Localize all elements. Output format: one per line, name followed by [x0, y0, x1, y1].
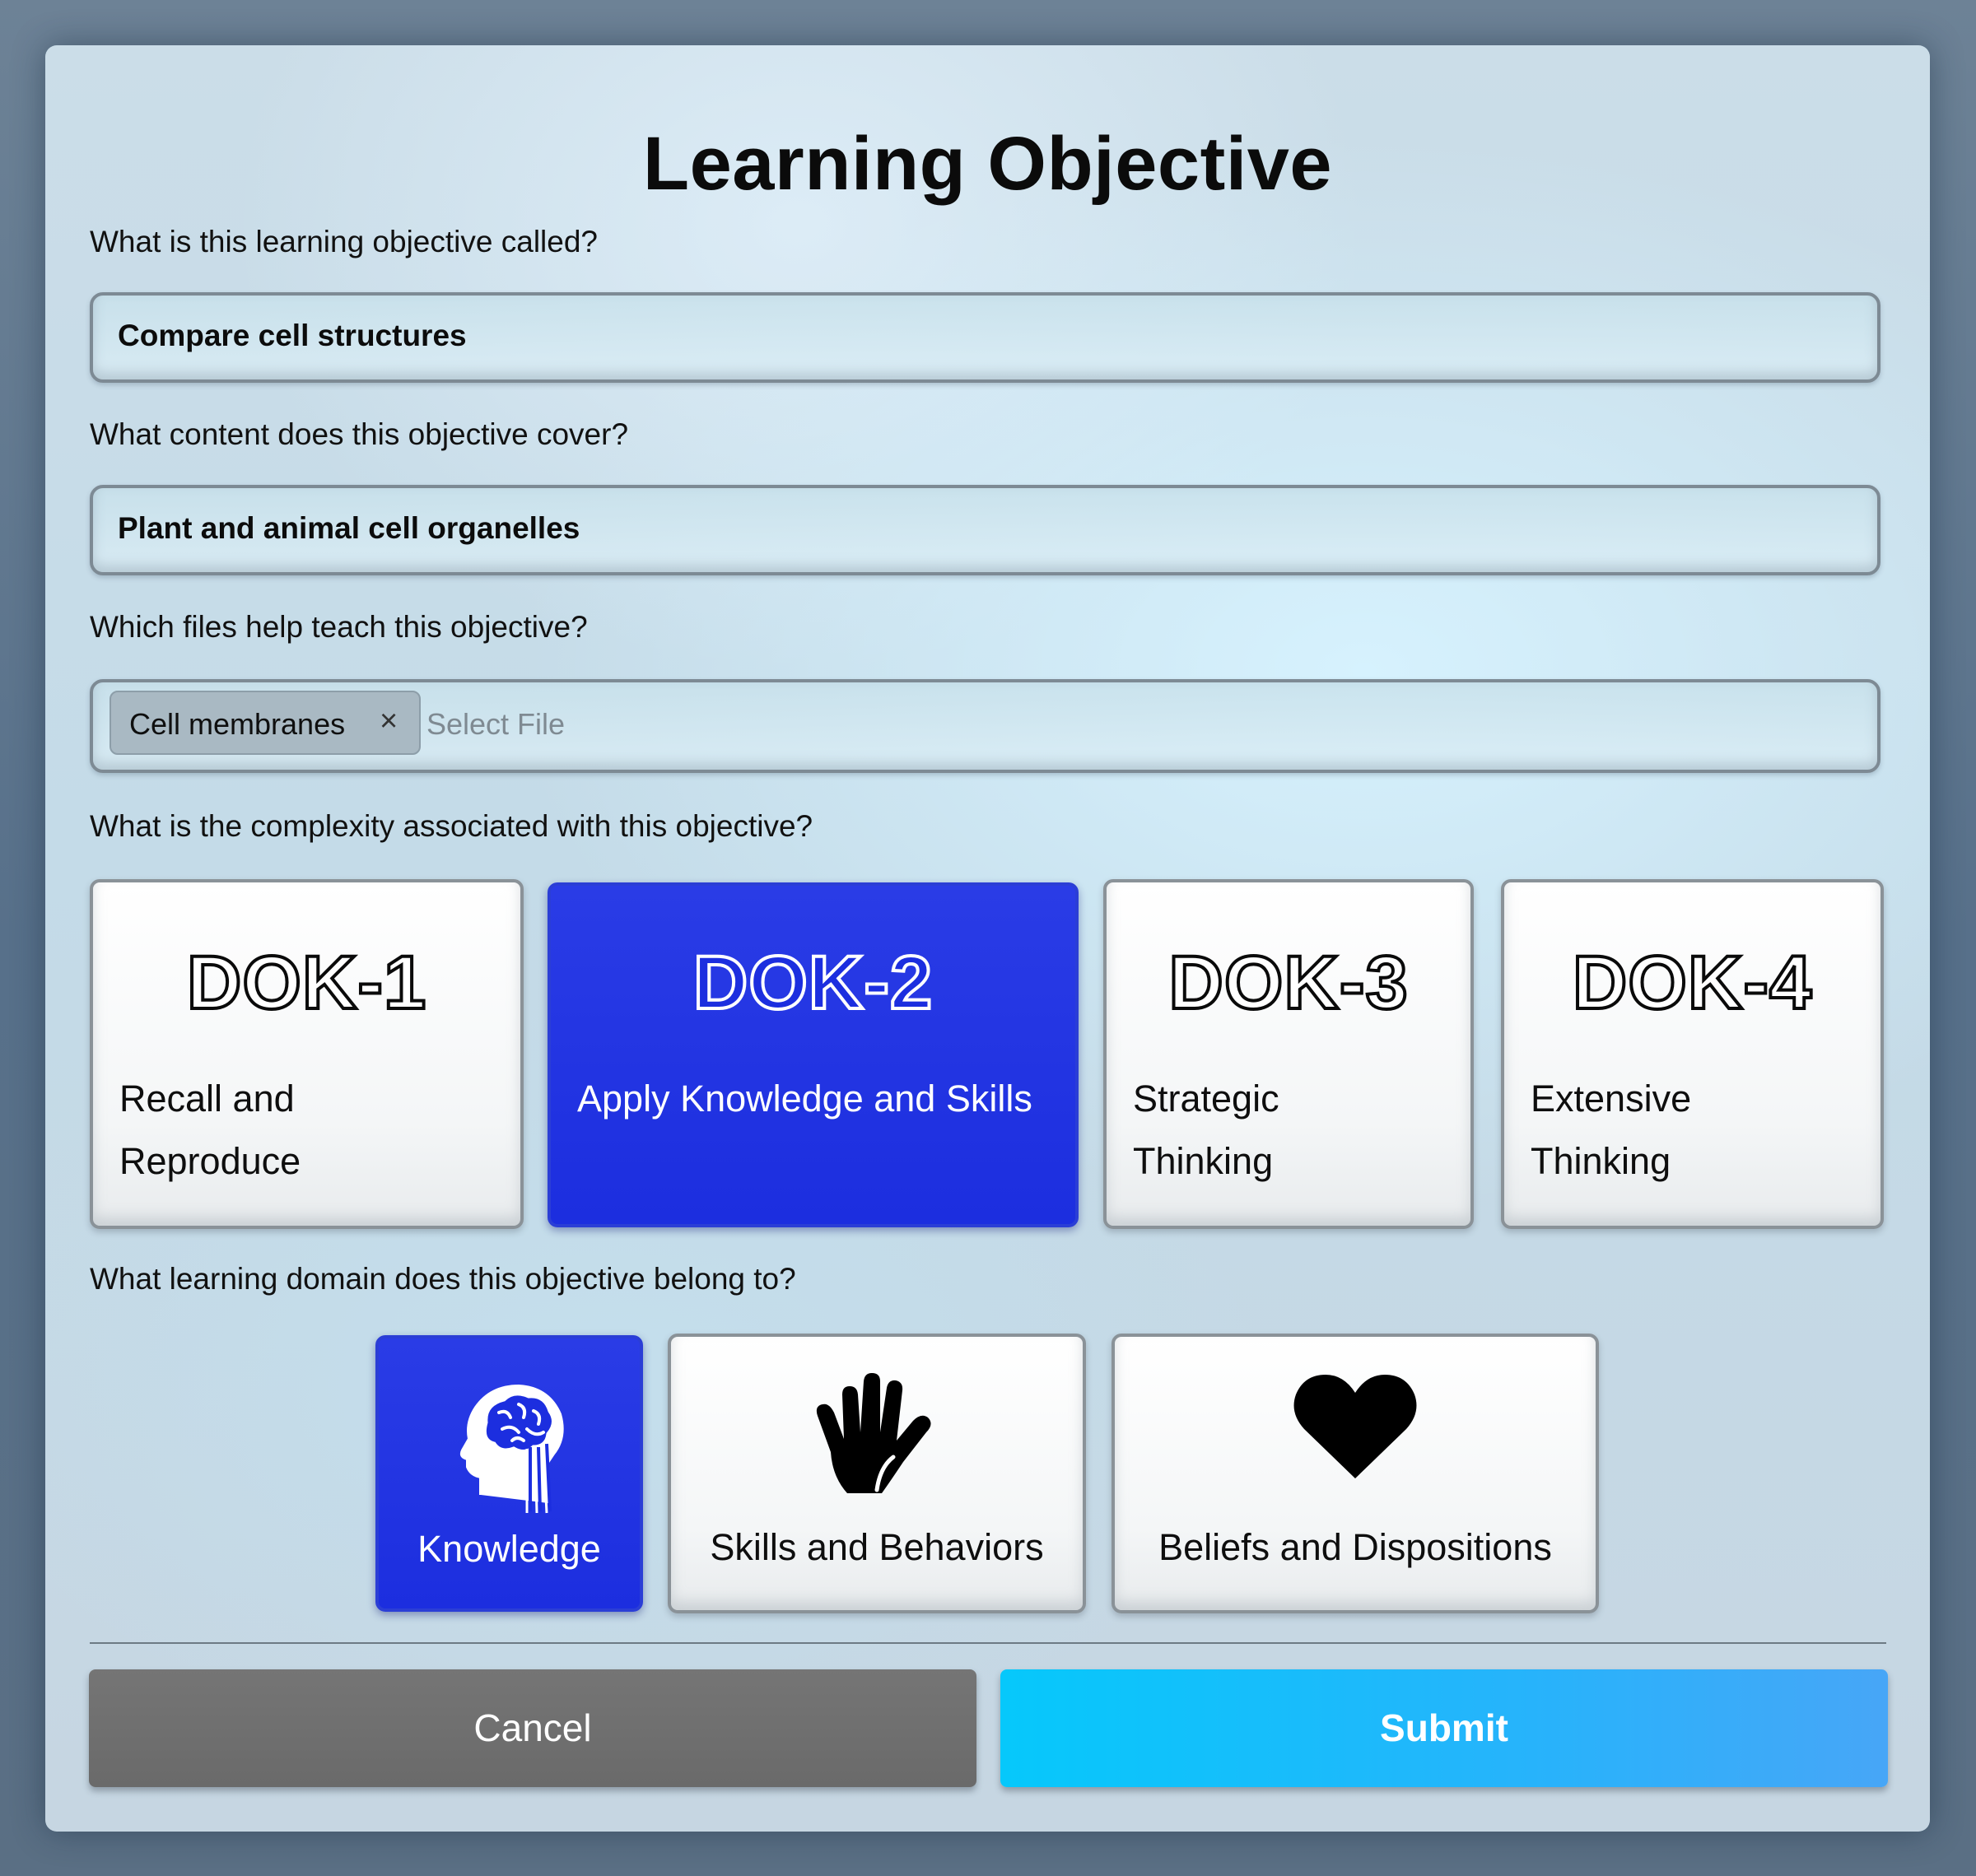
learning-objective-dialog: Learning Objective What is this learning… [45, 45, 1930, 1832]
complexity-option-dok-2[interactable]: DOK-2 Apply Knowledge and Skills [548, 882, 1079, 1227]
cancel-button[interactable]: Cancel [89, 1669, 976, 1787]
dok-4-code: DOK-4 [1571, 939, 1813, 1026]
footer-divider [90, 1642, 1886, 1644]
dok-1-code: DOK-1 [185, 939, 427, 1026]
brain-head-icon [379, 1371, 640, 1520]
dok-2-code: DOK-2 [692, 939, 934, 1026]
files-field-label: Which files help teach this objective? [90, 610, 588, 644]
domain-knowledge-label: Knowledge [417, 1528, 601, 1570]
complexity-option-dok-4[interactable]: DOK-4 Extensive Thinking [1501, 879, 1884, 1229]
complexity-option-dok-1[interactable]: DOK-1 Recall and Reproduce [90, 879, 524, 1229]
file-select-placeholder: Select File [426, 707, 566, 741]
dok-1-description: Recall and Reproduce [119, 1078, 301, 1182]
objective-content-input[interactable]: Plant and animal cell organelles [90, 485, 1880, 575]
heart-icon [1115, 1370, 1596, 1485]
submit-button[interactable]: Submit [1000, 1669, 1888, 1787]
domain-label: What learning domain does this objective… [90, 1262, 796, 1296]
objective-content-value: Plant and animal cell organelles [118, 511, 580, 545]
domain-option-knowledge[interactable]: Knowledge [375, 1335, 643, 1612]
complexity-option-dok-3[interactable]: DOK-3 Strategic Thinking [1103, 879, 1474, 1229]
file-chip: Cell membranes × [110, 691, 421, 755]
complexity-label: What is the complexity associated with t… [90, 809, 813, 843]
dialog-title: Learning Objective [642, 122, 1333, 206]
domain-skills-label: Skills and Behaviors [710, 1526, 1044, 1568]
domain-beliefs-label: Beliefs and Dispositions [1158, 1526, 1552, 1568]
dok-2-description: Apply Knowledge and Skills [577, 1078, 1032, 1120]
domain-option-beliefs[interactable]: Beliefs and Dispositions [1112, 1334, 1599, 1613]
file-select-input[interactable]: Cell membranes × Select File [90, 679, 1880, 773]
objective-name-input[interactable]: Compare cell structures [90, 292, 1880, 383]
domain-option-skills[interactable]: Skills and Behaviors [668, 1334, 1086, 1613]
name-field-label: What is this learning objective called? [90, 225, 598, 258]
dok-4-description: Extensive Thinking [1531, 1078, 1692, 1182]
content-field-label: What content does this objective cover? [90, 417, 629, 451]
objective-name-value: Compare cell structures [118, 319, 467, 352]
remove-chip-icon[interactable]: × [380, 704, 398, 739]
hand-icon [671, 1370, 1083, 1501]
dok-3-description: Strategic Thinking [1133, 1078, 1279, 1182]
file-chip-label: Cell membranes [129, 707, 346, 741]
dok-3-code: DOK-3 [1167, 939, 1409, 1026]
